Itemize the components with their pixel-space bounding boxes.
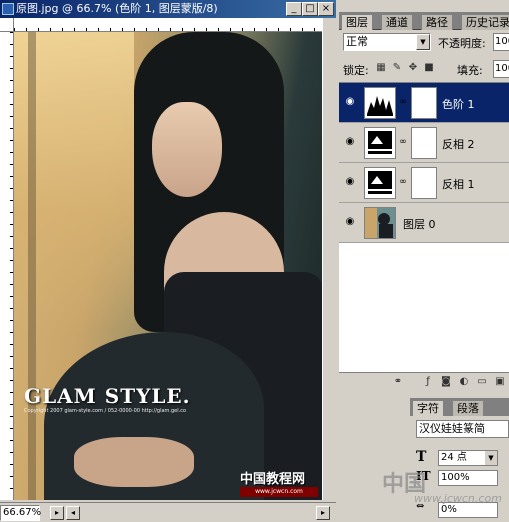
layers-panel-tabs: 图层 通道 路径 历史记录	[339, 12, 509, 30]
layer-list: ◉ ∞ 色阶 1 ◉ ∞ 反相 2 ◉ ∞ 反相 1 ◉ 图层 0	[339, 82, 509, 372]
fill-label: 填充:	[457, 64, 483, 77]
lock-pixels-icon[interactable]: ✎	[391, 61, 403, 74]
link-icon[interactable]: ∞	[399, 96, 407, 108]
font-family-field[interactable]: 汉仪娃娃篆简	[416, 420, 509, 438]
layer-name: 色阶 1	[442, 98, 475, 111]
scroll-right-icon[interactable]: ▸	[316, 506, 330, 520]
eye-icon[interactable]: ◉	[342, 95, 358, 109]
font-size-value: 24 点	[441, 452, 467, 463]
layer-row-levels[interactable]: ◉ ∞ 色阶 1	[339, 83, 509, 123]
image-canvas[interactable]: GLAM STYLE. Copyright 2007 glam-style.co…	[14, 32, 322, 500]
tab-history[interactable]: 历史记录	[461, 14, 509, 30]
levels-adjustment-thumbnail	[364, 87, 396, 119]
copyright-text: Copyright 2007 glam-style.com / 052-0000…	[24, 408, 187, 414]
new-layer-icon[interactable]: ▣	[493, 375, 507, 389]
close-button[interactable]: ×	[318, 2, 334, 16]
window-frame	[28, 32, 36, 500]
face	[152, 102, 222, 197]
eye-icon[interactable]: ◉	[342, 215, 358, 229]
glam-style-text: GLAM STYLE.	[24, 384, 191, 408]
lock-label: 锁定:	[343, 64, 369, 77]
layer-mask-thumbnail[interactable]	[411, 87, 437, 119]
layer-row-layer-0[interactable]: ◉ 图层 0	[339, 203, 509, 243]
tab-paragraph[interactable]: 段落	[452, 400, 484, 416]
watermark-url: www.jcwcn.com	[240, 487, 318, 497]
invert-adjustment-thumbnail	[364, 167, 396, 199]
lock-position-icon[interactable]: ✥	[407, 61, 419, 74]
layer-name: 反相 1	[442, 178, 475, 191]
tab-character[interactable]: 字符	[412, 400, 444, 416]
layer-row-invert-2[interactable]: ◉ ∞ 反相 2	[339, 123, 509, 163]
site-url-watermark: www.jcwcn.com	[414, 492, 502, 505]
blend-mode-select[interactable]: 正常 ▼	[343, 33, 431, 51]
ruler-origin[interactable]	[0, 18, 14, 32]
document-title: 原图.jpg @ 66.7% (色阶 1, 图层蒙版/8)	[16, 2, 218, 15]
zoom-field[interactable]: 66.67%	[0, 505, 41, 521]
chevron-down-icon: ▼	[416, 34, 430, 50]
link-icon[interactable]: ∞	[399, 176, 407, 188]
horizontal-ruler[interactable]	[14, 18, 322, 32]
status-bar: 66.67% ▸ ◂ ▸	[0, 502, 336, 522]
character-panel-tabs: 字符 段落	[410, 398, 509, 416]
watermark-name: 中国教程网	[240, 472, 306, 487]
vertical-scale-field[interactable]: 100%	[438, 470, 498, 486]
eye-icon[interactable]: ◉	[342, 135, 358, 149]
photo-layer-thumbnail	[364, 207, 396, 239]
font-size-icon: T	[416, 449, 427, 465]
blend-mode-value: 正常	[346, 35, 368, 48]
opacity-field[interactable]: 100	[493, 33, 509, 51]
layer-mask-thumbnail[interactable]	[411, 127, 437, 159]
add-mask-icon[interactable]: ◙	[439, 375, 453, 389]
layers-panel: 图层 通道 路径 历史记录 正常 ▼ 不透明度: 100 锁定: ▦ ✎ ✥ ■…	[339, 12, 509, 392]
photoshop-doc-icon	[2, 3, 14, 15]
lock-all-icon[interactable]: ■	[423, 61, 435, 74]
link-layers-icon[interactable]: ⚭	[391, 375, 405, 389]
lock-transparency-icon[interactable]: ▦	[375, 61, 387, 74]
minimize-button[interactable]: _	[286, 2, 302, 16]
chevron-down-icon: ▼	[485, 451, 497, 465]
document-window: 原图.jpg @ 66.7% (色阶 1, 图层蒙版/8) _ □ × GLAM…	[0, 0, 336, 522]
tab-layers[interactable]: 图层	[341, 14, 373, 30]
vertical-ruler[interactable]	[0, 32, 14, 500]
hands	[74, 437, 194, 487]
eye-icon[interactable]: ◉	[342, 175, 358, 189]
adjustment-layer-icon[interactable]: ◐	[457, 375, 471, 389]
layer-mask-thumbnail[interactable]	[411, 167, 437, 199]
vertical-scrollbar[interactable]	[322, 18, 336, 500]
status-menu-icon[interactable]: ▸	[50, 506, 64, 520]
layers-footer: ⚭ ƒ ◙ ◐ ▭ ▣	[339, 372, 509, 390]
layer-row-invert-1[interactable]: ◉ ∞ 反相 1	[339, 163, 509, 203]
layer-name: 图层 0	[403, 218, 436, 231]
fill-field[interactable]: 100	[493, 60, 509, 78]
link-icon[interactable]: ∞	[399, 136, 407, 148]
maximize-button[interactable]: □	[302, 2, 318, 16]
font-size-field[interactable]: 24 点 ▼	[438, 450, 498, 466]
new-group-icon[interactable]: ▭	[475, 375, 489, 389]
document-title-bar[interactable]: 原图.jpg @ 66.7% (色阶 1, 图层蒙版/8) _ □ ×	[0, 0, 336, 18]
tab-paths[interactable]: 路径	[421, 14, 453, 30]
invert-adjustment-thumbnail	[364, 127, 396, 159]
scroll-left-icon[interactable]: ◂	[66, 506, 80, 520]
layer-style-icon[interactable]: ƒ	[421, 375, 435, 389]
layer-name: 反相 2	[442, 138, 475, 151]
opacity-label: 不透明度:	[438, 37, 486, 50]
tab-channels[interactable]: 通道	[381, 14, 413, 30]
